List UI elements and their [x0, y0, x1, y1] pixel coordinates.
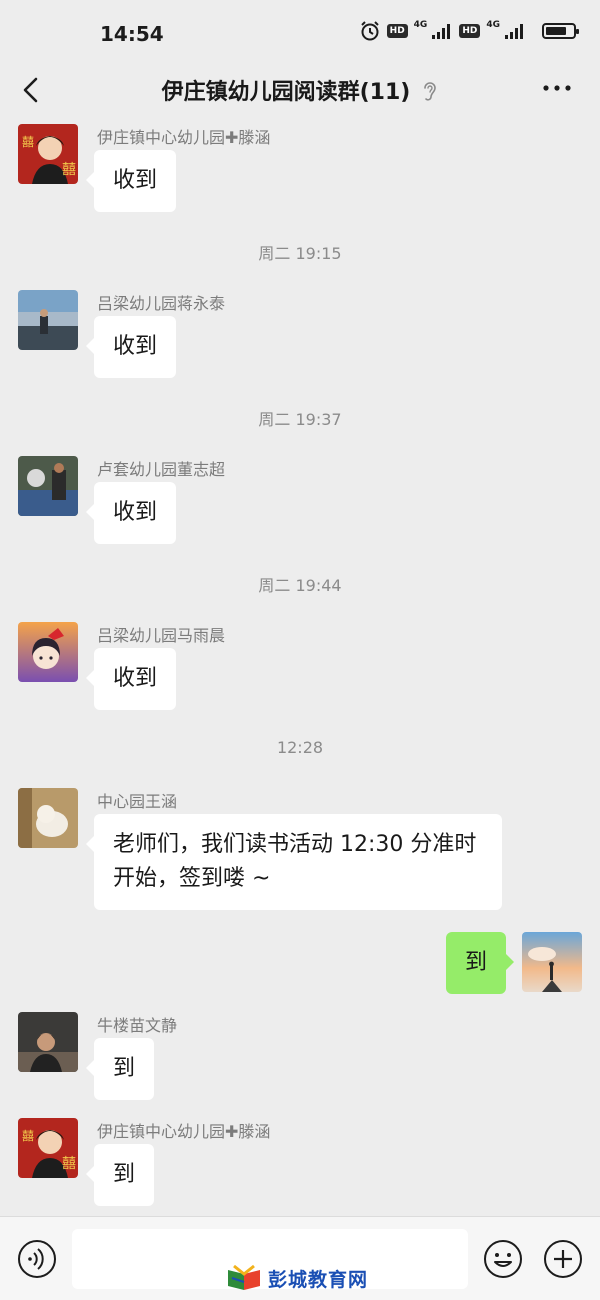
avatar[interactable] [18, 1012, 78, 1072]
avatar[interactable]: 囍 囍 [18, 124, 78, 184]
time-divider: 周二 19:37 [258, 410, 342, 429]
message-item: 中心园王涵 老师们，我们读书活动 12:30 分准时开始，签到喽 ~ [18, 788, 558, 918]
svg-text:囍: 囍 [62, 162, 76, 178]
status-bar: 14:54 HD 4G HD 4G [0, 0, 600, 64]
message-bubble[interactable]: 收到 [85, 316, 177, 378]
message-bubble[interactable]: 收到 [85, 648, 177, 710]
svg-text:囍: 囍 [22, 135, 34, 149]
message-item: 囍 囍 伊庄镇中心幼儿园✚滕涵 收到 [18, 124, 518, 216]
message-item: 吕梁幼儿园马雨晨 收到 [18, 622, 518, 714]
sender-name: 伊庄镇中心幼儿园✚滕涵 [97, 1122, 271, 1141]
message-bubble[interactable]: 到 [85, 1038, 155, 1100]
watermark-text: 彭城教育网 [268, 1268, 369, 1291]
hd-badge-1: HD [386, 24, 408, 38]
sender-name: 吕梁幼儿园蒋永泰 [97, 294, 226, 313]
avatar[interactable]: 囍 囍 [18, 1118, 78, 1178]
signal-icon-1 [432, 24, 451, 39]
voice-icon[interactable] [17, 1239, 57, 1279]
hd-badge-2: HD [459, 24, 481, 38]
svg-text:囍: 囍 [22, 1129, 34, 1143]
battery-level [546, 27, 567, 35]
sender-name: 中心园王涵 [97, 792, 178, 811]
ear-icon [424, 82, 437, 101]
message-item: 牛楼苗文静 到 [18, 1012, 518, 1104]
alarm-icon [360, 21, 379, 41]
message-bubble[interactable]: 老师们，我们读书活动 12:30 分准时开始，签到喽 ~ [86, 814, 502, 910]
svg-text:囍: 囍 [62, 1156, 76, 1172]
chat-header: 伊庄镇幼儿园阅读群(11) [0, 64, 600, 118]
network-type-1: 4G [413, 20, 428, 30]
more-dots-icon[interactable] [542, 80, 572, 96]
sender-name: 卢套幼儿园董志超 [97, 460, 226, 479]
avatar-self[interactable] [522, 932, 582, 992]
message-bubble-self[interactable]: 到 [445, 932, 515, 994]
chat-title[interactable]: 伊庄镇幼儿园阅读群(11) [0, 74, 600, 106]
status-icons: HD 4G HD 4G [359, 20, 579, 42]
message-bubble[interactable]: 收到 [85, 150, 177, 212]
message-bubble[interactable]: 收到 [85, 482, 177, 544]
sender-name: 伊庄镇中心幼儿园✚滕涵 [97, 128, 271, 147]
signal-icon-2 [505, 24, 523, 39]
message-list[interactable]: 囍 囍 伊庄镇中心幼儿园✚滕涵 收到 周二 19:15 吕梁幼儿园蒋永泰 收到 … [0, 118, 600, 1216]
avatar[interactable] [18, 788, 78, 848]
message-item: 吕梁幼儿园蒋永泰 收到 [18, 290, 518, 382]
avatar[interactable] [18, 456, 78, 516]
time-divider: 周二 19:15 [258, 244, 342, 263]
sender-name: 吕梁幼儿园马雨晨 [97, 626, 226, 645]
sender-name: 牛楼苗文静 [97, 1016, 178, 1035]
battery-icon [542, 23, 579, 39]
message-item-self: 到 [382, 932, 582, 994]
plus-icon[interactable] [543, 1239, 583, 1279]
time-divider: 周二 19:44 [258, 576, 342, 595]
status-time: 14:54 [100, 22, 164, 46]
time-divider: 12:28 [276, 738, 324, 757]
message-bubble[interactable]: 到 [85, 1144, 155, 1206]
network-type-2: 4G [486, 20, 500, 30]
book-logo-icon [228, 1264, 260, 1290]
avatar[interactable] [18, 622, 78, 682]
message-item: 卢套幼儿园董志超 收到 [18, 456, 518, 548]
watermark: 彭城教育网 [226, 1264, 368, 1292]
emoji-icon[interactable] [483, 1239, 523, 1279]
avatar[interactable] [18, 290, 78, 350]
chat-title-text: 伊庄镇幼儿园阅读群(11) [161, 80, 411, 105]
message-item: 囍 囍 伊庄镇中心幼儿园✚滕涵 到 [18, 1118, 518, 1210]
